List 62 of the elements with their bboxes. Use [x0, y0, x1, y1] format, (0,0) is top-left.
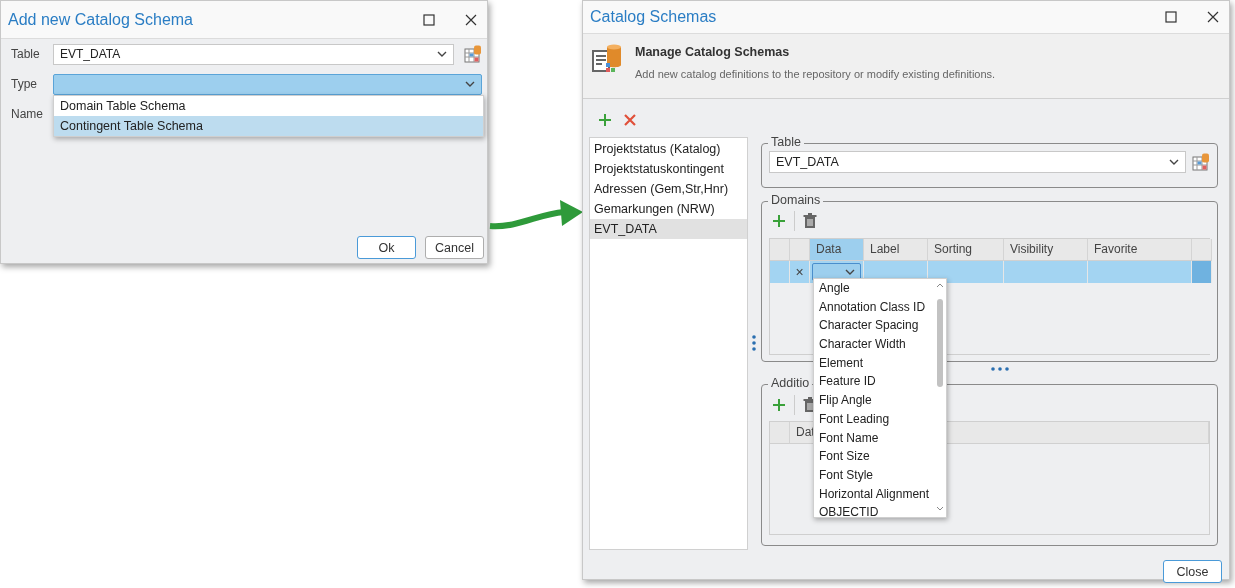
list-item[interactable]: Adressen (Gem,Str,Hnr) — [590, 179, 747, 199]
dropdown-field[interactable] — [53, 73, 482, 95]
trash-icon[interactable] — [803, 213, 817, 229]
table-icon[interactable] — [1192, 153, 1210, 171]
add-icon[interactable] — [772, 398, 786, 412]
dialog-button[interactable]: Cancel — [425, 236, 484, 259]
dropdown-option[interactable]: Contingent Table Schema — [54, 116, 483, 136]
dropdown-option[interactable]: Element — [819, 353, 934, 373]
dropdown-option[interactable]: Font Size — [819, 447, 934, 466]
chevron-down-icon — [437, 51, 447, 57]
maximize-icon[interactable] — [423, 13, 435, 26]
dropdown-option[interactable]: Character Width — [819, 335, 934, 354]
delete-row-mark[interactable]: × — [790, 261, 810, 283]
header-title: Manage Catalog Schemas — [635, 45, 791, 59]
close-icon[interactable] — [465, 13, 477, 26]
window-title: Catalog Schemas — [590, 8, 718, 26]
chevron-down-icon — [465, 81, 475, 87]
list-item[interactable]: Gemarkungen (NRW) — [590, 199, 747, 219]
add-icon[interactable] — [598, 113, 612, 127]
delete-icon[interactable] — [624, 114, 636, 126]
splitter-handle-icon[interactable] — [752, 335, 756, 351]
dropdown-option[interactable]: OBJECTID — [819, 503, 934, 517]
close-icon[interactable] — [1207, 11, 1219, 23]
field-label: Name — [11, 107, 44, 121]
group-label: Table — [768, 135, 804, 149]
dialog-button[interactable]: Close — [1163, 560, 1222, 583]
column-header[interactable]: Visibility — [1004, 239, 1088, 261]
group-label: Additio — [768, 376, 813, 390]
field-label: Table — [11, 47, 41, 61]
field-label: Type — [11, 77, 38, 91]
column-header[interactable]: Favorite — [1088, 239, 1192, 261]
table-cell[interactable] — [1192, 261, 1212, 283]
window-title: Add new Catalog Schema — [8, 10, 194, 29]
dropdown-option[interactable]: Character Spacing — [819, 316, 934, 336]
splitter-handle-icon[interactable] — [990, 367, 1009, 371]
chevron-down-icon — [1169, 159, 1179, 165]
dropdown-option[interactable]: Horizontal Alignment — [819, 484, 934, 504]
column-header[interactable]: Sorting — [928, 239, 1004, 261]
database-table-icon — [591, 43, 623, 75]
maximize-icon[interactable] — [1165, 11, 1177, 23]
table-cell[interactable] — [1004, 261, 1088, 283]
column-header[interactable]: Data — [810, 239, 864, 261]
add-icon[interactable] — [772, 214, 786, 228]
dropdown-option[interactable]: Domain Table Schema — [54, 96, 483, 116]
table-icon[interactable] — [464, 45, 482, 63]
dropdown-field[interactable]: EVT_DATA — [53, 43, 454, 65]
list-item[interactable]: EVT_DATA — [590, 219, 747, 239]
dropdown-field[interactable]: EVT_DATA — [769, 151, 1186, 173]
dropdown-option[interactable]: Annotation Class ID — [819, 297, 934, 317]
group-label: Domains — [768, 193, 824, 207]
list-item[interactable]: Projektstatuskontingent — [590, 159, 747, 179]
dropdown-option[interactable]: Font Style — [819, 465, 934, 485]
dropdown-option[interactable]: Feature ID — [819, 372, 934, 392]
dialog-button[interactable]: Ok — [357, 236, 416, 259]
header-description: Add new catalog definitions to the repository or modify existing definitions. — [635, 68, 996, 80]
column-header[interactable]: Label — [864, 239, 928, 261]
table-cell[interactable] — [928, 261, 1004, 283]
list-item[interactable]: Projektstatus (Katalog) — [590, 139, 747, 159]
chevron-down-icon — [845, 269, 855, 275]
dropdown-option[interactable]: Flip Angle — [819, 391, 934, 410]
table-cell[interactable] — [1088, 261, 1192, 283]
dropdown-option[interactable]: Angle — [819, 279, 934, 298]
